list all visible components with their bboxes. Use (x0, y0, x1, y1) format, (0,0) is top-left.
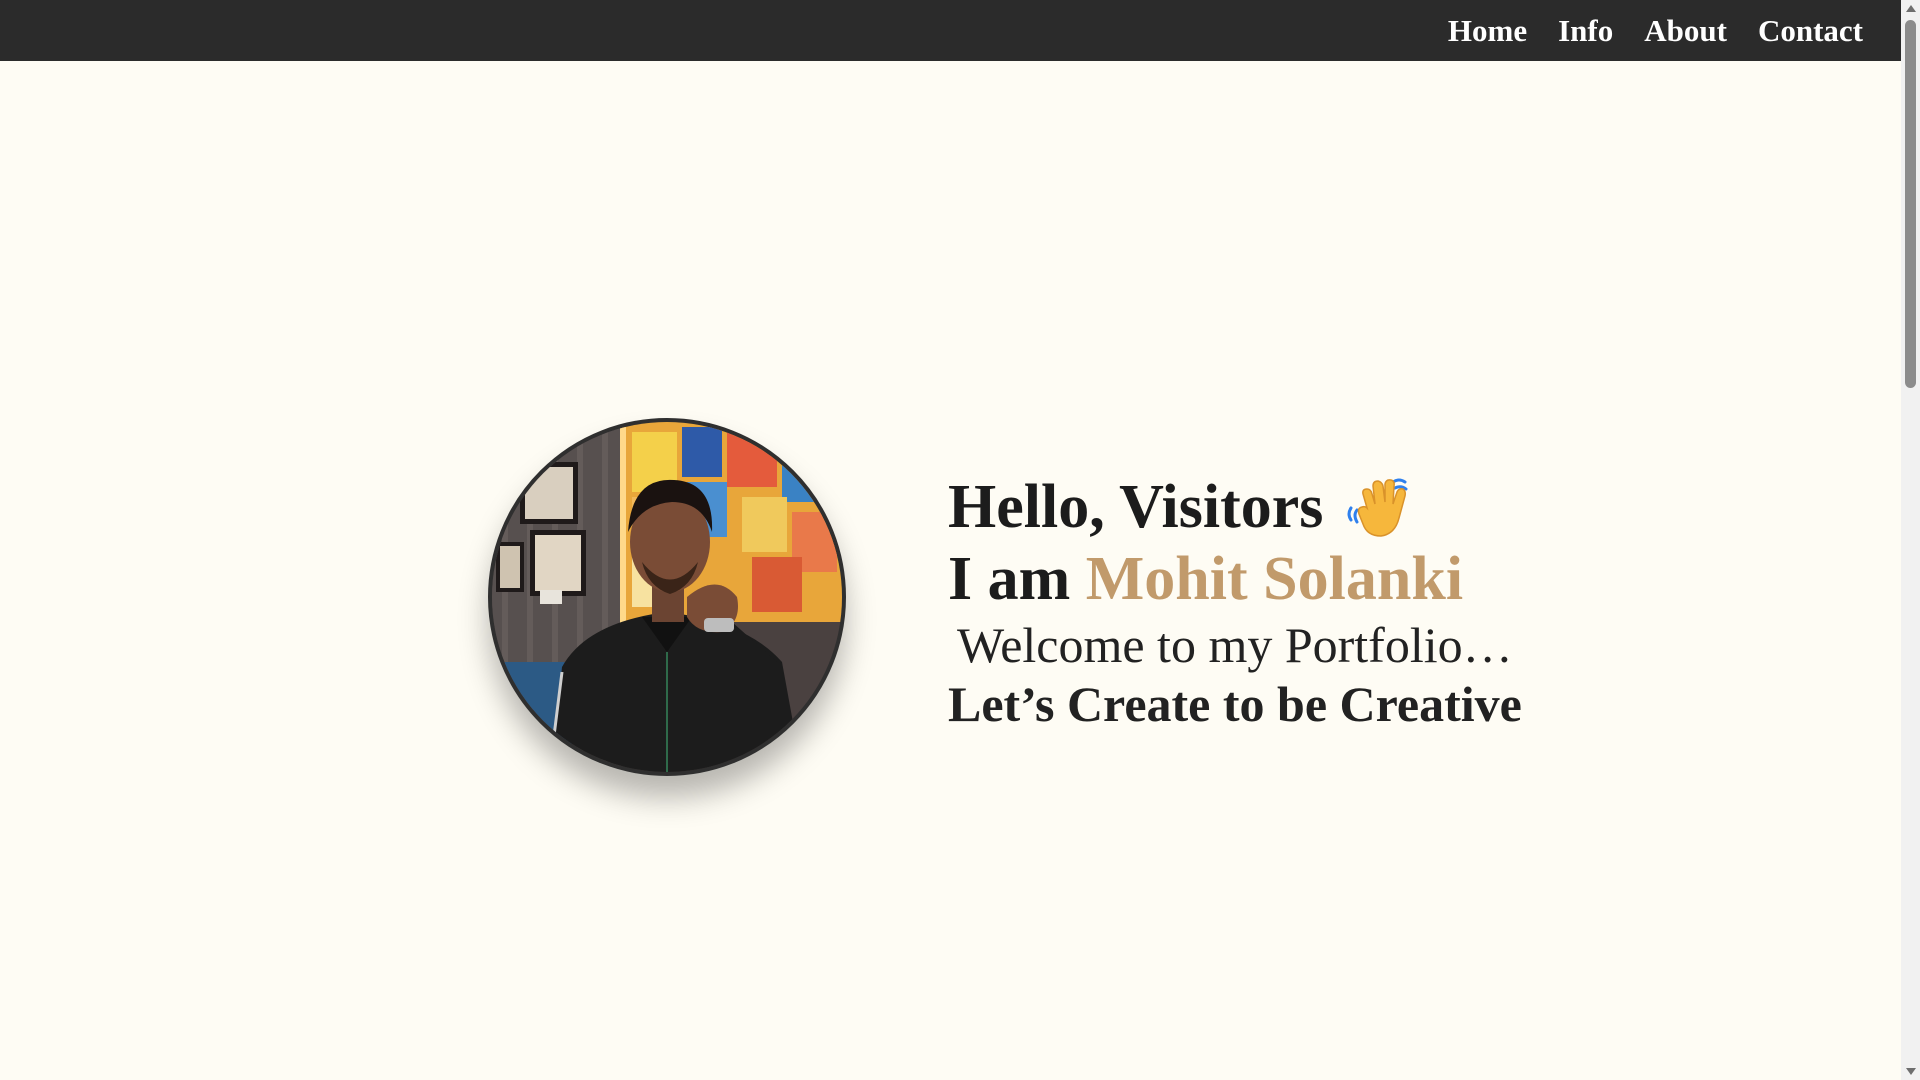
waving-hand-icon (1347, 478, 1408, 537)
profile-photo (488, 418, 846, 776)
vertical-scrollbar[interactable] (1901, 0, 1920, 1080)
nav-link-info[interactable]: Info (1558, 13, 1613, 48)
nav-link-about[interactable]: About (1644, 13, 1727, 48)
page: Home Info About Contact Hello, Visitors … (0, 0, 1920, 1080)
profile-photo-illustration (492, 422, 842, 772)
greeting-heading: Hello, Visitors (948, 471, 1522, 543)
scroll-thumb[interactable] (1905, 20, 1916, 388)
nav-item-info: Info (1558, 15, 1613, 46)
tagline-text: Let’s Create to be Creative (948, 676, 1522, 732)
nav-item-home: Home (1448, 15, 1527, 46)
welcome-text: Welcome to my Portfolio… (957, 617, 1513, 673)
nav-link-contact[interactable]: Contact (1758, 13, 1863, 48)
nav-item-about: About (1644, 15, 1727, 46)
nav-item-contact: Contact (1758, 15, 1863, 46)
intro-text: Hello, Visitors I am Mohit Solanki Welco… (948, 471, 1522, 733)
scroll-down-arrow-icon[interactable] (1906, 1068, 1916, 1075)
nav-menu: Home Info About Contact (1448, 0, 1863, 61)
top-navbar: Home Info About Contact (0, 0, 1901, 61)
name-heading: I am Mohit Solanki (948, 543, 1522, 615)
hero-section: Hello, Visitors I am Mohit Solanki Welco… (0, 61, 1901, 1080)
scroll-up-arrow-icon[interactable] (1906, 5, 1916, 12)
name-highlight: Mohit Solanki (1085, 545, 1464, 613)
name-prefix: I am (948, 545, 1071, 613)
greeting-text: Hello, Visitors (948, 473, 1324, 541)
nav-link-home[interactable]: Home (1448, 13, 1527, 48)
